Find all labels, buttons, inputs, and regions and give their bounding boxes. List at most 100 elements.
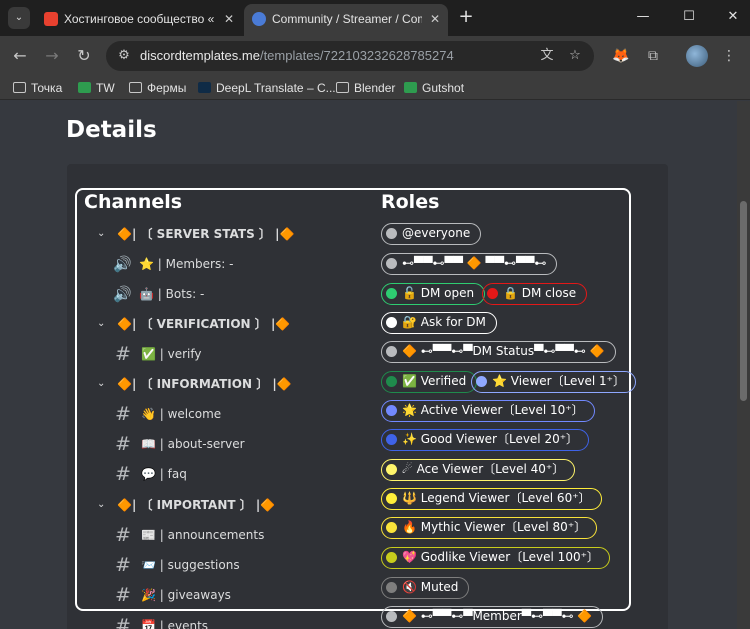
role-label: 🔐 Ask for DM: [402, 315, 486, 329]
chevron-down-icon[interactable]: ⌄: [97, 223, 109, 245]
channel-label: 💬 | faq: [141, 467, 187, 481]
speaker-icon: 🔊: [113, 255, 132, 273]
category-label: 🔶| 〔 IMPORTANT 〕 |🔶: [117, 498, 276, 512]
role-color-dot: [386, 552, 397, 563]
role-pill-dm-open: 🔓 DM open: [381, 283, 486, 305]
tw-favicon-icon: [78, 82, 91, 93]
translate-icon[interactable]: 文: [538, 47, 556, 65]
role-label: ⭐ Viewer〔Level 1⁺〕: [492, 374, 626, 388]
role-pill-viewer: ⭐ Viewer〔Level 1⁺〕: [471, 371, 637, 393]
channel-label: ✅ | verify: [141, 347, 202, 361]
role-label: 🔇 Muted: [402, 580, 459, 594]
channel-label: 📨 | suggestions: [141, 558, 240, 572]
role-label: 🔶 ⊷▀▀⊷▀Member▀⊷▀▀⊷ 🔶: [402, 609, 593, 623]
role-color-dot: [386, 405, 397, 416]
folder-icon: [13, 82, 26, 93]
bookmark-fermy[interactable]: Фермы: [129, 79, 186, 97]
role-pill-separator: ⊷▀▀⊷▀▀ 🔶 ▀▀⊷▀▀⊷: [381, 253, 558, 275]
scrollbar-thumb[interactable]: [740, 201, 747, 401]
tab-title: Хостинговое сообщество «Tim: [64, 12, 214, 26]
role-label: ✨ Good Viewer〔Level 20⁺〕: [402, 432, 579, 446]
role-label: 💖 Godlike Viewer〔Level 100⁺〕: [402, 550, 599, 564]
role-label: 🔒 DM close: [503, 286, 577, 300]
channel-label: 🤖 | Bots: -: [139, 287, 205, 301]
role-color-dot: [386, 611, 397, 622]
page-scrollbar[interactable]: [737, 101, 750, 629]
category-label: 🔶| 〔 SERVER STATS 〕 |🔶: [117, 227, 295, 241]
tab-community-streamer[interactable]: Community / Streamer / Comm ✕: [244, 4, 448, 36]
hash-icon: #: [115, 554, 131, 576]
role-color-dot: [386, 522, 397, 533]
role-label: 🔶 ⊷▀▀⊷▀DM Status▀⊷▀▀⊷ 🔶: [402, 344, 605, 358]
channel-label: 📖 | about-server: [141, 437, 245, 451]
profile-avatar[interactable]: [686, 45, 708, 67]
role-label: ⊷▀▀⊷▀▀ 🔶 ▀▀⊷▀▀⊷: [402, 256, 547, 270]
channel-label: 👋 | welcome: [141, 407, 222, 421]
role-pill-member: 🔶 ⊷▀▀⊷▀Member▀⊷▀▀⊷ 🔶: [381, 606, 604, 628]
channel-label: ⭐ | Members: -: [139, 257, 234, 271]
channel-label: 🎉 | giveaways: [141, 588, 231, 602]
bookmark-label: Точка: [31, 81, 63, 95]
chevron-down-icon[interactable]: ⌄: [97, 494, 109, 516]
minimize-button[interactable]: —: [628, 6, 658, 28]
tab-hosting-community[interactable]: Хостинговое сообщество «Tim ✕: [36, 4, 242, 36]
bookmark-tochka[interactable]: Точка: [13, 79, 62, 97]
back-button[interactable]: ←: [8, 44, 32, 68]
browser-menu-icon[interactable]: ⋮: [718, 45, 740, 67]
channels-heading: Channels: [84, 191, 183, 213]
role-color-dot: [386, 346, 397, 357]
bookmark-label: Фермы: [147, 81, 187, 95]
role-color-dot: [386, 258, 397, 269]
new-tab-button[interactable]: +: [456, 6, 476, 28]
role-label: ✅ Verified: [402, 374, 467, 388]
hash-icon: #: [115, 463, 131, 485]
metamask-extension-icon[interactable]: 🦊: [610, 45, 632, 67]
bookmark-gutshot[interactable]: Gutshot: [404, 79, 464, 97]
close-tab-icon[interactable]: ✕: [430, 4, 440, 34]
tab-title: Community / Streamer / Comm: [272, 12, 422, 26]
page-content: Details Channels Roles ⌄ 🔶| 〔 SERVER STAT…: [0, 101, 737, 629]
chevron-down-icon[interactable]: ⌄: [97, 313, 109, 335]
category-label: 🔶| 〔 VERIFICATION 〕 |🔶: [117, 317, 291, 331]
close-tab-icon[interactable]: ✕: [224, 4, 234, 34]
role-pill-legend-viewer: 🔱 Legend Viewer〔Level 60⁺〕: [381, 488, 602, 510]
browser-toolbar: ← → ↻ ⚙ discordtemplates.me/templates/72…: [0, 36, 750, 76]
address-bar[interactable]: ⚙ discordtemplates.me/templates/72210323…: [106, 41, 594, 71]
role-pill-dm-status: 🔶 ⊷▀▀⊷▀DM Status▀⊷▀▀⊷ 🔶: [381, 341, 616, 363]
youtube-favicon-icon: [44, 12, 58, 26]
hash-icon: #: [115, 343, 131, 365]
hash-icon: #: [115, 433, 131, 455]
role-color-dot: [487, 288, 498, 299]
hash-icon: #: [115, 615, 131, 629]
role-pill-active-viewer: 🌟 Active Viewer〔Level 10⁺〕: [381, 400, 595, 422]
role-pill-good-viewer: ✨ Good Viewer〔Level 20⁺〕: [381, 429, 590, 451]
bookmark-tw[interactable]: TW: [78, 79, 115, 97]
bookmark-star-icon[interactable]: ☆: [566, 47, 584, 65]
role-pill-mythic-viewer: 🔥 Mythic Viewer〔Level 80⁺〕: [381, 517, 598, 539]
bookmark-deepl[interactable]: DeepL Translate – C...: [198, 79, 336, 97]
close-window-button[interactable]: ✕: [718, 6, 748, 28]
role-label: 🌟 Active Viewer〔Level 10⁺〕: [402, 403, 584, 417]
reload-button[interactable]: ↻: [72, 44, 96, 68]
forward-button[interactable]: →: [40, 44, 64, 68]
url-text[interactable]: discordtemplates.me/templates/7221032326…: [140, 41, 454, 71]
bookmark-label: DeepL Translate – C...: [216, 81, 336, 95]
extensions-puzzle-icon[interactable]: ⧉: [642, 45, 664, 67]
gear-favicon-icon: [252, 12, 266, 26]
role-color-dot: [386, 434, 397, 445]
maximize-button[interactable]: ☐: [674, 6, 704, 28]
role-color-dot: [386, 493, 397, 504]
bookmark-label: Gutshot: [422, 81, 465, 95]
bookmark-blender[interactable]: Blender: [336, 79, 395, 97]
hash-icon: #: [115, 403, 131, 425]
role-label: @everyone: [402, 226, 471, 240]
roles-heading: Roles: [381, 191, 440, 213]
role-color-dot: [386, 228, 397, 239]
tab-search-button[interactable]: ⌄: [8, 7, 30, 29]
category-label: 🔶| 〔 INFORMATION 〕 |🔶: [117, 377, 292, 391]
deepl-favicon-icon: [198, 82, 211, 93]
gutshot-favicon-icon: [404, 82, 417, 93]
hash-icon: #: [115, 584, 131, 606]
chevron-down-icon[interactable]: ⌄: [97, 373, 109, 395]
site-settings-icon[interactable]: ⚙: [116, 48, 132, 64]
